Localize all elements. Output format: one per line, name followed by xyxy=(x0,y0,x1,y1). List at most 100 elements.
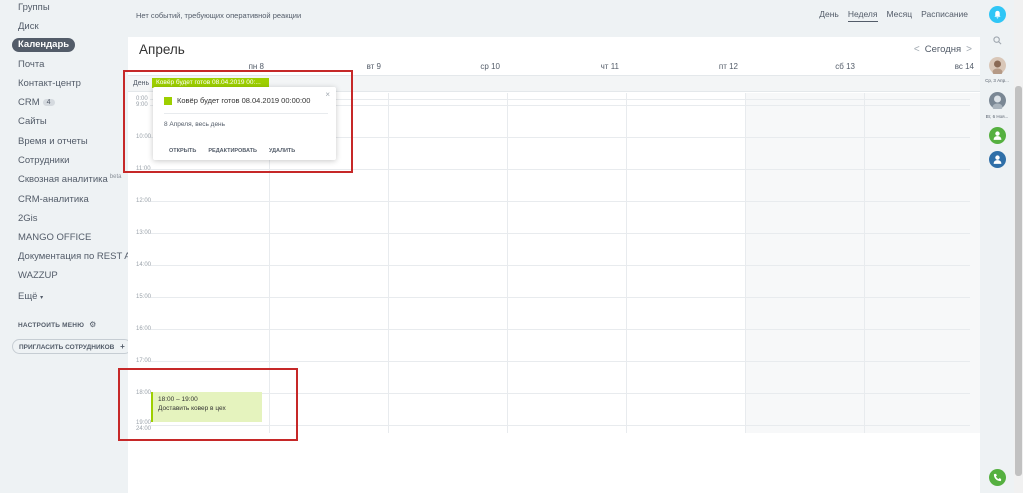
all-day-label: День xyxy=(133,80,150,87)
hour-line xyxy=(150,393,970,394)
today-button[interactable]: Сегодня xyxy=(925,44,961,55)
invite-employees-button[interactable]: ПРИГЛАСИТЬ СОТРУДНИКОВ + xyxy=(12,339,132,354)
hour-label: 10:00 xyxy=(136,134,152,140)
user-avatar-icon xyxy=(992,60,1003,74)
hour-label: 15:00 xyxy=(136,294,152,300)
sidebar-item-disk[interactable]: Диск xyxy=(18,21,39,32)
sidebar-item-crm-analytics[interactable]: CRM-аналитика xyxy=(18,194,89,205)
column-divider xyxy=(745,93,746,433)
edit-button[interactable]: РЕДАКТИРОВАТЬ xyxy=(208,148,257,154)
sidebar-item-label: Сквозная аналитика xyxy=(18,174,108,185)
tab-day[interactable]: День xyxy=(819,9,839,22)
crm-count-badge: 4 xyxy=(42,99,55,106)
hour-label: 13:00 xyxy=(136,230,152,236)
notification-button[interactable] xyxy=(989,6,1006,23)
popup-title-text: Ковёр будет готов 08.04.2019 00:00:00 xyxy=(177,96,311,105)
divider xyxy=(164,113,328,114)
sidebar-item-wazzup[interactable]: WAZZUP xyxy=(18,270,58,281)
sidebar-item-analytics[interactable]: Сквозная аналитика beta xyxy=(18,174,121,185)
hour-line xyxy=(150,361,970,362)
delete-button[interactable]: УДАЛИТЬ xyxy=(269,148,295,154)
day-header-wed[interactable]: ср 10 xyxy=(420,62,500,71)
configure-menu-label: НАСТРОИТЬ МЕНЮ xyxy=(18,322,85,329)
configure-menu-button[interactable]: НАСТРОИТЬ МЕНЮ ⚙ xyxy=(18,320,97,329)
hour-line xyxy=(150,201,970,202)
sidebar-item-label: Ещё xyxy=(18,291,38,302)
hour-label: 12:00 xyxy=(136,198,152,204)
event-title: Доставить ковер в цех xyxy=(158,405,226,412)
view-switcher: День Неделя Месяц Расписание xyxy=(819,9,968,22)
sidebar-item-more[interactable]: Ещё ▾ xyxy=(18,291,43,302)
hour-label: 17:00 xyxy=(136,358,152,364)
left-sidebar: Группы Диск Календарь Почта Контакт-цент… xyxy=(0,0,140,493)
hour-line xyxy=(150,265,970,266)
tab-week[interactable]: Неделя xyxy=(847,9,878,22)
hour-label: 11:00 xyxy=(136,166,151,172)
column-divider xyxy=(507,93,508,433)
sidebar-item-time-reports[interactable]: Время и отчеты xyxy=(18,136,88,147)
hour-label: 18:00 xyxy=(136,390,152,396)
sidebar-item-calendar[interactable]: Календарь xyxy=(12,38,76,52)
event-popup: Ковёр будет готов 08.04.2019 00:00:00 × … xyxy=(153,87,336,160)
day-header-fri[interactable]: пт 12 xyxy=(658,62,738,71)
page-scrollbar[interactable] xyxy=(1014,0,1023,493)
popup-title: Ковёр будет готов 08.04.2019 00:00:00 xyxy=(164,96,310,105)
month-title: Апрель xyxy=(139,42,185,57)
event-color-icon xyxy=(164,96,172,105)
search-button[interactable] xyxy=(989,32,1006,49)
scrollbar-thumb[interactable] xyxy=(1015,86,1022,476)
hour-line xyxy=(150,169,970,170)
day-header-tue[interactable]: вт 9 xyxy=(301,62,381,71)
invite-label: ПРИГЛАСИТЬ СОТРУДНИКОВ xyxy=(19,344,115,351)
top-bar: Нет событий, требующих оперативной реакц… xyxy=(128,0,980,37)
column-divider xyxy=(626,93,627,433)
chevron-left-icon[interactable]: < xyxy=(914,44,920,55)
chevron-down-icon: ▾ xyxy=(40,295,44,301)
timed-event[interactable]: 18:00 – 19:00 Доставить ковер в цех xyxy=(151,392,262,422)
day-header-sun[interactable]: вс 14 xyxy=(894,62,974,71)
avatar[interactable] xyxy=(989,57,1006,74)
sidebar-item-groups[interactable]: Группы xyxy=(18,2,50,13)
day-header-thu[interactable]: чт 11 xyxy=(539,62,619,71)
right-rail: Ср, 3 Апр... Вт, 6 Ноя... xyxy=(980,0,1014,493)
phone-icon xyxy=(993,473,1002,482)
tab-month[interactable]: Месяц xyxy=(887,9,913,22)
event-time: 18:00 – 19:00 xyxy=(158,396,198,403)
user-avatar-icon xyxy=(992,95,1003,109)
status-note: Нет событий, требующих оперативной реакц… xyxy=(136,11,302,20)
day-header-mon[interactable]: пн 8 xyxy=(184,62,264,71)
hour-line xyxy=(150,425,970,426)
popup-date: 8 Апреля, весь день xyxy=(164,121,226,128)
contact-button[interactable] xyxy=(989,151,1006,168)
hour-line xyxy=(150,233,970,234)
close-icon[interactable]: × xyxy=(325,90,330,99)
beta-badge: beta xyxy=(109,174,122,180)
avatar[interactable] xyxy=(989,92,1006,109)
bell-icon xyxy=(994,10,1001,19)
hour-line xyxy=(150,329,970,330)
day-header-sat[interactable]: сб 13 xyxy=(775,62,855,71)
sidebar-item-employees[interactable]: Сотрудники xyxy=(18,155,69,166)
sidebar-item-mango-office[interactable]: MANGO OFFICE xyxy=(18,232,91,243)
sidebar-item-contact-center[interactable]: Контакт-центр xyxy=(18,78,81,89)
person-icon xyxy=(993,155,1002,164)
sidebar-item-crm[interactable]: CRM 4 xyxy=(18,97,55,108)
contact-button[interactable] xyxy=(989,127,1006,144)
hour-label: 9:00 xyxy=(136,102,148,108)
date-navigation: < Сегодня > xyxy=(914,44,972,55)
sidebar-item-rest-api-docs[interactable]: Документация по REST API xyxy=(18,251,140,262)
sidebar-item-sites[interactable]: Сайты xyxy=(18,116,47,127)
open-button[interactable]: ОТКРЫТЬ xyxy=(169,148,196,154)
call-button[interactable] xyxy=(989,469,1006,486)
person-icon xyxy=(993,131,1002,140)
plus-icon: + xyxy=(120,342,125,351)
hour-label: 24:00 xyxy=(136,426,152,432)
sidebar-item-2gis[interactable]: 2Gis xyxy=(18,213,38,224)
gear-icon: ⚙ xyxy=(89,320,97,329)
avatar-caption: Ср, 3 Апр... xyxy=(985,78,1009,83)
chevron-right-icon[interactable]: > xyxy=(966,44,972,55)
hour-label: 16:00 xyxy=(136,326,152,332)
sidebar-item-mail[interactable]: Почта xyxy=(18,59,44,70)
tab-schedule[interactable]: Расписание xyxy=(921,9,968,22)
hour-label: 14:00 xyxy=(136,262,152,268)
